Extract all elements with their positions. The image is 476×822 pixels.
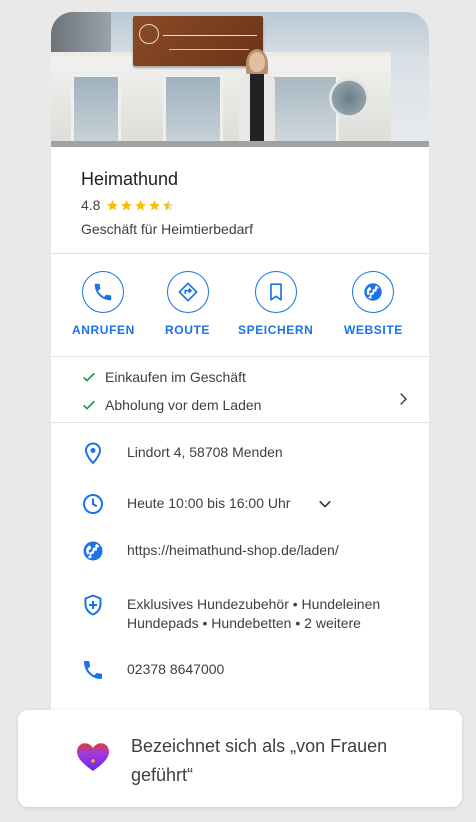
location-pin-icon bbox=[84, 442, 102, 465]
chevron-down-icon[interactable] bbox=[316, 495, 334, 513]
star-icon bbox=[135, 199, 147, 210]
save-button[interactable]: SPEICHERN bbox=[238, 268, 313, 337]
phone-row[interactable]: 02378 8647000 bbox=[81, 658, 421, 682]
route-button-label: ROUTE bbox=[165, 323, 210, 337]
shield-plus-icon bbox=[84, 594, 102, 616]
globe-icon bbox=[364, 283, 383, 301]
phone-number[interactable]: 02378 8647000 bbox=[127, 658, 224, 679]
business-card: Heimathund 4.8 Geschäft für Heimtierbeda… bbox=[51, 12, 429, 772]
service-label: Einkaufen im Geschäft bbox=[105, 369, 246, 385]
website-button-label: WEBSITE bbox=[344, 323, 403, 337]
star-icon bbox=[107, 199, 119, 210]
divider bbox=[51, 356, 429, 357]
person bbox=[237, 49, 277, 147]
star-half-icon bbox=[163, 199, 175, 210]
check-icon bbox=[83, 372, 95, 382]
hours-text: Heute 10:00 bis 16:00 Uhr bbox=[127, 495, 291, 511]
globe-icon bbox=[83, 541, 103, 561]
star-icon bbox=[149, 199, 161, 210]
save-button-label: SPEICHERN bbox=[238, 323, 314, 337]
rating-stars bbox=[106, 199, 176, 212]
toast-text: Bezeichnet sich als „von Frauen geführt“ bbox=[131, 736, 388, 785]
products-line-1: Exklusives Hundezubehör • Hundeleinen bbox=[127, 596, 381, 612]
round-window bbox=[329, 78, 369, 118]
storefront-photo[interactable] bbox=[51, 12, 429, 147]
women-led-toast: Bezeichnet sich als „von Frauen geführt“ bbox=[18, 710, 462, 807]
call-button[interactable]: ANRUFEN bbox=[72, 268, 135, 337]
route-button[interactable]: ROUTE bbox=[165, 268, 210, 337]
service-item: Einkaufen im Geschäft bbox=[81, 369, 246, 385]
check-icon bbox=[83, 400, 95, 410]
business-category: Geschäft für Heimtierbedarf bbox=[81, 221, 253, 237]
clock-icon bbox=[83, 494, 103, 514]
heart-icon bbox=[77, 743, 109, 771]
address-text: Lindort 4, 58708 Menden bbox=[127, 444, 283, 460]
services-row[interactable]: Einkaufen im Geschäft Abholung vor dem L… bbox=[51, 369, 429, 433]
products-row[interactable]: Exklusives Hundezubehör • Hundeleinen Hu… bbox=[81, 593, 421, 633]
directions-icon bbox=[177, 282, 198, 302]
website-button[interactable]: WEBSITE bbox=[344, 268, 403, 337]
action-bar: ANRUFEN ROUTE SPEICHERN WEBSITE bbox=[51, 268, 429, 358]
address-row[interactable]: Lindort 4, 58708 Menden bbox=[81, 441, 421, 465]
bookmark-icon bbox=[269, 283, 282, 301]
divider bbox=[51, 422, 429, 423]
business-name: Heimathund bbox=[81, 169, 179, 189]
service-item: Abholung vor dem Laden bbox=[81, 397, 261, 413]
service-label: Abholung vor dem Laden bbox=[105, 397, 262, 413]
hours-row[interactable]: Heute 10:00 bis 16:00 Uhr bbox=[81, 492, 421, 516]
website-row[interactable]: https://heimathund-shop.de/laden/ bbox=[81, 539, 421, 563]
rating-row[interactable]: 4.8 bbox=[81, 197, 176, 213]
phone-icon bbox=[95, 283, 112, 301]
divider bbox=[51, 253, 429, 254]
chevron-right-icon[interactable] bbox=[395, 391, 411, 407]
products-line-2: Hundepads • Hundebetten • 2 weitere bbox=[127, 615, 361, 631]
star-icon bbox=[121, 199, 133, 210]
phone-icon bbox=[84, 661, 102, 679]
call-button-label: ANRUFEN bbox=[72, 323, 135, 337]
rating-value: 4.8 bbox=[81, 197, 101, 213]
website-link[interactable]: https://heimathund-shop.de/laden/ bbox=[127, 539, 339, 560]
